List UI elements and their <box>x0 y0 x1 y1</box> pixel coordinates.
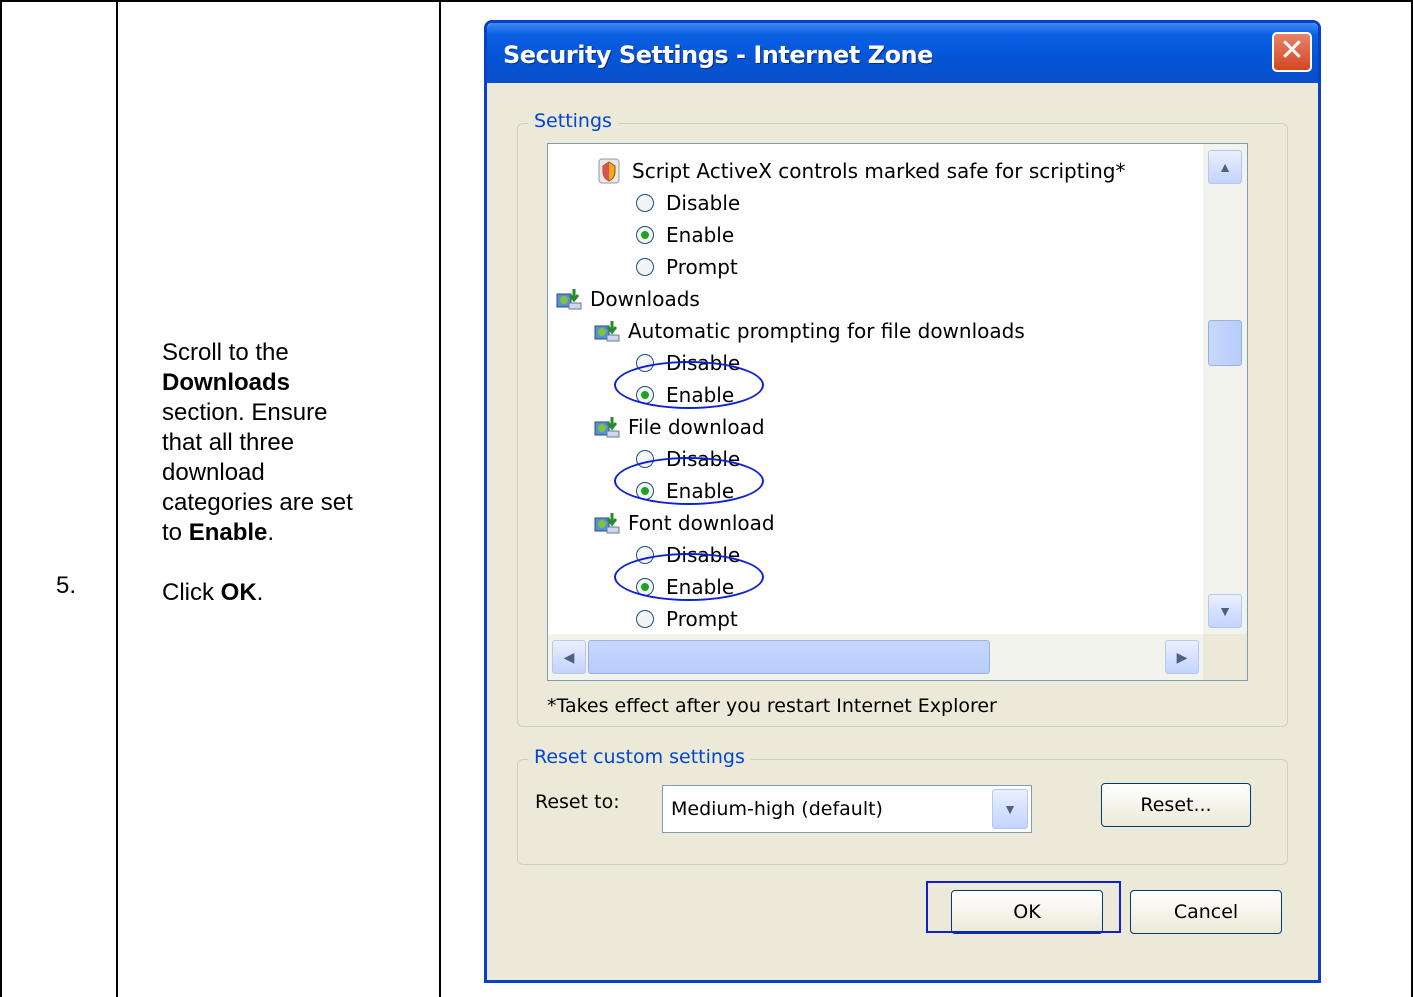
table-border-col2 <box>116 0 118 997</box>
download-icon <box>556 288 582 309</box>
reset-level-select[interactable]: Medium-high (default) ▼ <box>662 785 1032 833</box>
download-icon <box>594 416 620 437</box>
chevron-left-icon: ◀ <box>563 649 575 665</box>
scrollbar-corner <box>1203 634 1247 680</box>
tree-item-label: Downloads <box>590 287 700 311</box>
step-number: 5. <box>56 572 77 599</box>
download-icon <box>594 320 620 341</box>
tree-item-label: File download <box>628 415 765 439</box>
tree-item-label: Font download <box>628 511 775 535</box>
dialog-title: Security Settings - Internet Zone <box>503 41 933 69</box>
radio-selected-icon[interactable] <box>636 225 654 244</box>
scroll-left-button[interactable]: ◀ <box>552 640 586 674</box>
chevron-down-icon: ▼ <box>1218 603 1232 619</box>
instruction-bold: OK <box>220 579 257 606</box>
instruction-line: that all three <box>162 429 295 456</box>
instruction-spacer <box>162 548 422 578</box>
shield-icon <box>598 158 620 183</box>
vertical-scroll-thumb[interactable] <box>1208 320 1242 366</box>
download-icon <box>594 512 620 533</box>
tree-setting: Font download <box>594 508 775 538</box>
table-border-left <box>0 0 2 997</box>
enable-highlight-oval <box>614 361 764 409</box>
reset-button[interactable]: Reset... <box>1101 783 1251 827</box>
tree-item-label: Prompt <box>666 607 738 631</box>
scroll-right-button[interactable]: ▶ <box>1165 640 1199 674</box>
horizontal-scroll-thumb[interactable] <box>588 640 990 674</box>
dropdown-button[interactable]: ▼ <box>992 789 1028 829</box>
ok-highlight-rect <box>926 881 1121 933</box>
radio-unselected-icon[interactable] <box>636 609 654 628</box>
radio-option[interactable]: Enable <box>636 220 734 250</box>
tree-item-label: Prompt <box>666 255 738 279</box>
instruction-line: to Enable. <box>162 518 422 548</box>
settings-group-label: Settings <box>528 110 618 132</box>
vertical-scrollbar[interactable]: ▲ ▼ <box>1203 144 1247 634</box>
reset-to-label: Reset to: <box>535 791 620 813</box>
radio-unselected-icon[interactable] <box>636 193 654 212</box>
instruction-line: categories are set <box>162 489 353 516</box>
enable-highlight-oval <box>614 553 764 601</box>
tree-item-label: Disable <box>666 191 741 215</box>
instruction-bold: Downloads <box>162 369 291 396</box>
settings-listbox[interactable]: Script ActiveX controls marked safe for … <box>547 143 1248 681</box>
chevron-up-icon: ▲ <box>1218 159 1232 175</box>
instruction-bold: Enable <box>188 519 268 546</box>
instruction-line: Click OK. <box>162 578 422 608</box>
title-bar[interactable]: Security Settings - Internet Zone ✕ <box>487 23 1318 83</box>
tree-item-label: Automatic prompting for file downloads <box>628 319 1025 343</box>
scroll-down-button[interactable]: ▼ <box>1208 594 1242 628</box>
close-icon: ✕ <box>1279 33 1305 68</box>
radio-option[interactable]: Prompt <box>636 252 738 282</box>
close-button[interactable]: ✕ <box>1272 32 1312 72</box>
instruction-text: Scroll to the Downloads section. Ensure … <box>162 338 422 608</box>
instruction-text-part: . <box>256 579 264 606</box>
enable-highlight-oval <box>614 457 764 505</box>
tree-category: Downloads <box>556 284 700 314</box>
radio-unselected-icon[interactable] <box>636 257 654 276</box>
security-settings-dialog: Security Settings - Internet Zone ✕ Sett… <box>484 20 1321 983</box>
chevron-down-icon: ▼ <box>1003 801 1017 817</box>
horizontal-scrollbar[interactable]: ◀ ▶ <box>548 634 1203 680</box>
reset-level-value: Medium-high (default) <box>671 798 883 820</box>
instruction-text-part: Click <box>162 579 221 606</box>
tree-item-label: Enable <box>666 223 735 247</box>
radio-option[interactable]: Disable <box>636 188 740 218</box>
instruction-line: Scroll to the <box>162 339 289 366</box>
table-top-border <box>0 0 1413 2</box>
restart-note: *Takes effect after you restart Internet… <box>547 695 997 717</box>
tree-setting: Script ActiveX controls marked safe for … <box>598 156 1125 186</box>
instruction-line: section. Ensure <box>162 399 328 426</box>
chevron-right-icon: ▶ <box>1176 649 1188 665</box>
scroll-up-button[interactable]: ▲ <box>1208 150 1242 184</box>
radio-option[interactable]: Prompt <box>636 604 738 634</box>
instruction-text-part: to <box>162 519 189 546</box>
reset-group-label: Reset custom settings <box>528 746 751 768</box>
tree-setting: File download <box>594 412 765 442</box>
tree-item-label: Script ActiveX controls marked safe for … <box>632 159 1126 183</box>
instruction-line: download <box>162 459 265 486</box>
instruction-line: Downloads <box>162 368 422 398</box>
instruction-text-part: . <box>267 519 275 546</box>
table-border-col3 <box>439 0 441 997</box>
cancel-button[interactable]: Cancel <box>1130 890 1282 934</box>
tree-setting: Automatic prompting for file downloads <box>594 316 1025 346</box>
